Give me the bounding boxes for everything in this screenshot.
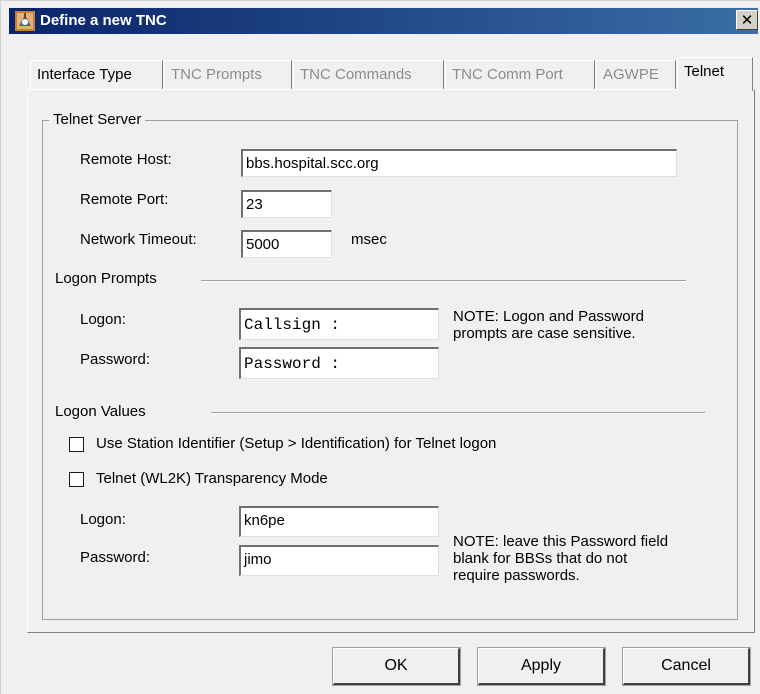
tab-tnc-prompts[interactable]: TNC Prompts	[164, 60, 292, 90]
prompts-note-line: prompts are case sensitive.	[453, 325, 636, 342]
tab-tnc-comm-port[interactable]: TNC Comm Port	[445, 60, 595, 90]
network-timeout-input[interactable]: 5000	[241, 230, 332, 258]
close-button[interactable]: ✕	[736, 10, 758, 30]
prompt-logon-label: Logon:	[80, 311, 126, 328]
tab-label: TNC Prompts	[171, 66, 262, 83]
remote-port-input[interactable]: 23	[241, 190, 332, 218]
tab-label: TNC Comm Port	[452, 66, 563, 83]
use-station-id-checkbox[interactable]	[69, 437, 84, 452]
ok-button[interactable]: OK	[332, 647, 461, 686]
tnc-app-icon	[15, 11, 35, 31]
value-logon-input[interactable]: kn6pe	[239, 506, 439, 537]
remote-host-label: Remote Host:	[80, 151, 172, 168]
timeout-unit-label: msec	[351, 231, 387, 248]
tab-tnc-commands[interactable]: TNC Commands	[293, 60, 444, 90]
password-note-line: NOTE: leave this Password field	[453, 533, 669, 550]
apply-button[interactable]: Apply	[477, 647, 606, 686]
logon-prompts-divider	[201, 280, 686, 282]
logon-values-section-label: Logon Values	[55, 403, 146, 420]
value-password-input[interactable]: jimo	[239, 545, 439, 576]
tab-label: Interface Type	[37, 66, 132, 83]
tab-agwpe[interactable]: AGWPE	[596, 60, 676, 90]
logon-values-divider	[211, 412, 705, 414]
password-note-line: blank for BBSs that do not	[453, 550, 628, 567]
cancel-button[interactable]: Cancel	[622, 647, 751, 686]
prompt-password-label: Password:	[80, 351, 151, 368]
remote-port-label: Remote Port:	[80, 191, 169, 208]
remote-host-input[interactable]: bbs.hospital.scc.org	[241, 149, 677, 177]
window-title: Define a new TNC	[40, 12, 167, 29]
logon-prompts-section-label: Logon Prompts	[55, 270, 157, 287]
password-note: NOTE: leave this Password field blank fo…	[453, 533, 668, 584]
close-icon: ✕	[740, 12, 754, 29]
password-note-line: require passwords.	[453, 567, 580, 584]
prompts-note-line: NOTE: Logon and Password	[453, 308, 644, 325]
dialog-window: Define a new TNC ✕ Interface Type TNC Pr…	[0, 0, 760, 694]
prompts-note: NOTE: Logon and Password prompts are cas…	[453, 308, 644, 342]
tab-label: Telnet	[684, 63, 725, 80]
value-logon-label: Logon:	[80, 511, 126, 528]
telnet-server-group: Telnet Server Remote Host: bbs.hospital.…	[42, 111, 738, 620]
prompt-password-input[interactable]: Password :	[239, 347, 439, 379]
transparency-mode-label[interactable]: Telnet (WL2K) Transparency Mode	[96, 470, 328, 487]
transparency-mode-checkbox[interactable]	[69, 472, 84, 487]
tab-telnet[interactable]: Telnet	[677, 57, 753, 91]
tab-label: TNC Commands	[300, 66, 412, 83]
network-timeout-label: Network Timeout:	[80, 231, 197, 248]
tab-label: AGWPE	[603, 66, 659, 83]
value-password-label: Password:	[80, 549, 151, 566]
use-station-id-label[interactable]: Use Station Identifier (Setup > Identifi…	[96, 435, 496, 452]
tab-interface-type[interactable]: Interface Type	[30, 60, 163, 90]
group-label-telnet-server: Telnet Server	[49, 111, 146, 128]
title-bar[interactable]: Define a new TNC ✕	[9, 8, 758, 34]
telnet-tab-panel: Telnet Server Remote Host: bbs.hospital.…	[27, 89, 755, 633]
prompt-logon-input[interactable]: Callsign :	[239, 308, 439, 340]
